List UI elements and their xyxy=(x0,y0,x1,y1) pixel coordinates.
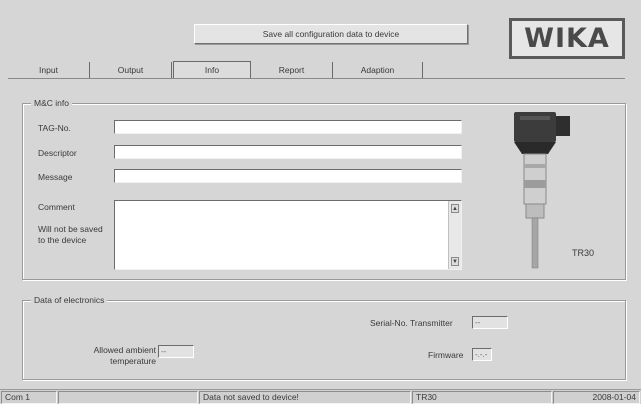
firmware-value: -.-.- xyxy=(472,348,492,361)
ambient-temp-label: Allowed ambient temperature xyxy=(93,345,156,366)
device-name-label: TR30 xyxy=(572,248,595,258)
status-bar: Com 1 Data not saved to device! TR30 200… xyxy=(0,389,641,404)
tab-info[interactable]: Info xyxy=(173,61,251,78)
tag-no-label: TAG-No. xyxy=(38,123,71,133)
electronics-title: Data of electronics xyxy=(31,295,108,305)
serial-label: Serial-No. Transmitter xyxy=(370,318,453,328)
wika-logo: WIKA xyxy=(509,18,625,59)
tab-adaption[interactable]: Adaption xyxy=(333,62,423,78)
tab-output[interactable]: Output xyxy=(90,62,172,78)
scroll-down-icon[interactable]: ▼ xyxy=(451,257,459,266)
message-label: Message xyxy=(38,172,73,182)
comment-label: Comment xyxy=(38,202,75,212)
tab-input[interactable]: Input xyxy=(8,62,90,78)
status-date: 2008-01-04 xyxy=(553,391,640,404)
comment-scrollbar[interactable]: ▲ ▼ xyxy=(448,201,461,269)
ambient-temp-value: -- xyxy=(158,345,194,358)
tab-divider xyxy=(8,78,625,79)
save-to-device-button[interactable]: Save all configuration data to device xyxy=(194,24,468,44)
electronics-group: Data of electronics xyxy=(22,295,626,380)
tr30-device-image xyxy=(514,112,570,269)
logo-text: WIKA xyxy=(524,23,610,54)
status-device: TR30 xyxy=(412,391,552,404)
comment-textarea[interactable] xyxy=(114,200,462,270)
comment-note: Will not be saved to the device xyxy=(38,224,103,245)
status-port: Com 1 xyxy=(1,391,57,404)
descriptor-label: Descriptor xyxy=(38,148,77,158)
tab-bar: Input Output Info Report Adaption xyxy=(8,61,448,78)
tag-no-input[interactable] xyxy=(114,120,462,134)
serial-value: -- xyxy=(472,316,508,329)
firmware-label: Firmware xyxy=(428,350,464,360)
mc-info-title: M&C info xyxy=(31,98,72,108)
status-message: Data not saved to device! xyxy=(199,391,411,404)
status-empty xyxy=(58,391,198,404)
comment-area: ▲ ▼ xyxy=(114,200,462,270)
message-input[interactable] xyxy=(114,169,462,183)
scroll-up-icon[interactable]: ▲ xyxy=(451,204,459,213)
tab-report[interactable]: Report xyxy=(251,62,333,78)
descriptor-input[interactable] xyxy=(114,145,462,159)
